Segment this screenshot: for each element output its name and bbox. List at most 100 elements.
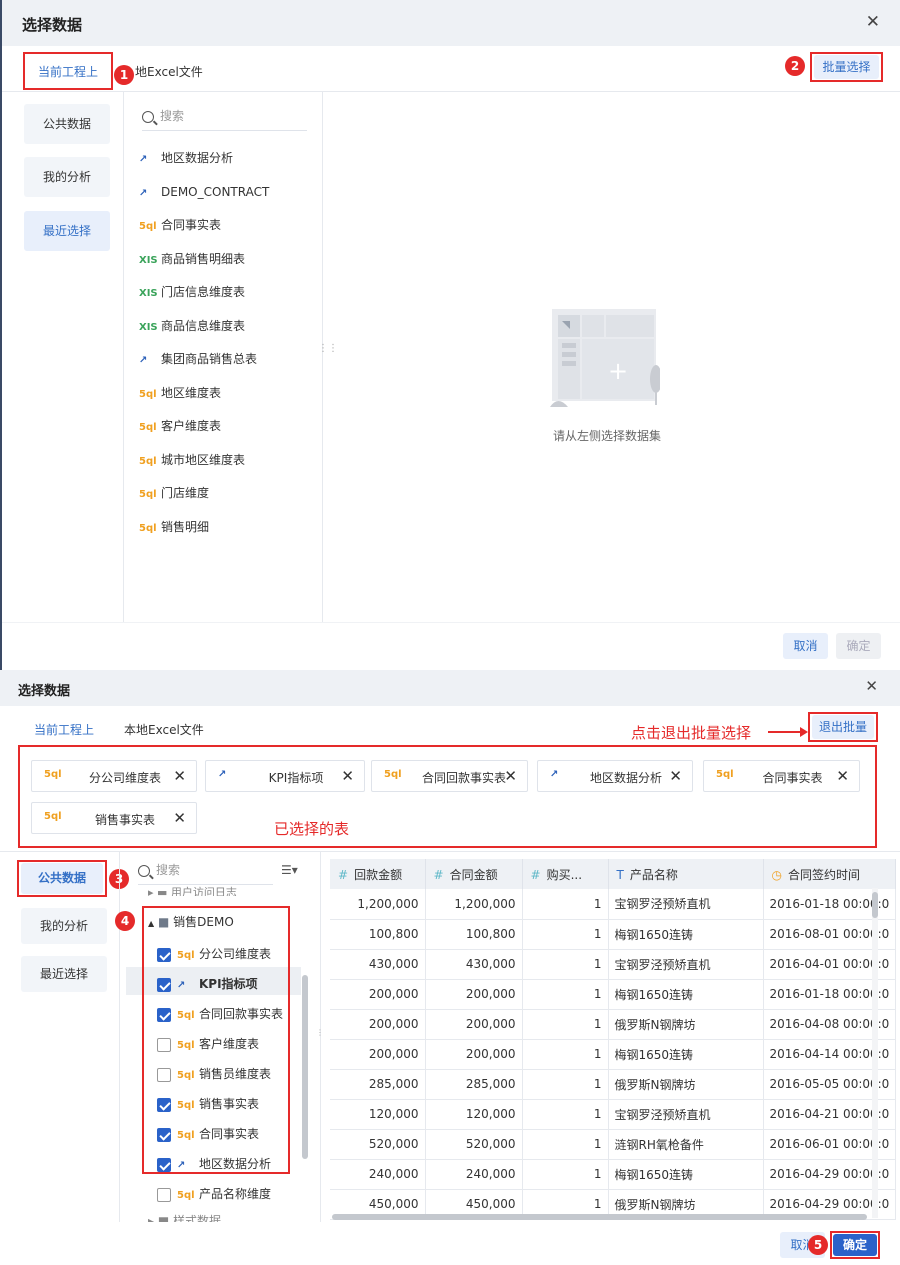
column-header[interactable]: # 回款金额 bbox=[330, 859, 426, 889]
table-cell: 1 bbox=[522, 889, 609, 920]
table-cell: 200,000 bbox=[425, 1009, 523, 1040]
remove-chip-icon[interactable]: ✕ bbox=[173, 767, 186, 785]
column-header[interactable]: # 合同金额 bbox=[425, 859, 523, 889]
annotation-arrow bbox=[768, 731, 804, 733]
table-cell: 梅钢1650连铸 bbox=[608, 1039, 764, 1070]
checkbox[interactable] bbox=[157, 1187, 171, 1202]
dataset-item[interactable]: XIS 门店信息维度表 bbox=[139, 282, 245, 302]
search-input[interactable]: 搜索 bbox=[138, 861, 273, 885]
column-header[interactable]: ◷ 合同签约时间 bbox=[763, 859, 897, 889]
chip-label: 合同回款事实表 bbox=[422, 771, 507, 785]
nav-my-analysis[interactable]: 我的分析 bbox=[24, 157, 110, 197]
step-badge: 1 bbox=[114, 65, 134, 85]
dialog-title: 选择数据 bbox=[18, 684, 71, 699]
table-cell: 200,000 bbox=[425, 1039, 523, 1070]
cancel-button[interactable]: 取消 bbox=[783, 633, 828, 659]
annotation-text: 已选择的表 bbox=[274, 820, 350, 838]
table-row: 200,000 200,000 1 梅钢1650连铸 2016-01-18 00:00:… bbox=[330, 979, 897, 1010]
table-row: 240,000 240,000 1 梅钢1650连铸 2016-04-29 00:00:… bbox=[330, 1159, 897, 1190]
remove-chip-icon[interactable]: ✕ bbox=[504, 767, 517, 785]
dataset-item[interactable]: ↗ 地区数据分析 bbox=[139, 148, 233, 168]
divider bbox=[119, 852, 120, 1222]
table-cell: 120,000 bbox=[425, 1099, 523, 1130]
remove-chip-icon[interactable]: ✕ bbox=[836, 767, 849, 785]
highlight-box bbox=[23, 52, 113, 90]
sql-table-icon: 5ql bbox=[139, 455, 157, 467]
arrow-head-icon bbox=[800, 727, 808, 737]
ok-button[interactable]: 确定 bbox=[833, 1234, 877, 1256]
table-cell: 1 bbox=[522, 1009, 609, 1040]
highlight-box bbox=[142, 906, 290, 1174]
search-input[interactable]: 搜索 bbox=[142, 107, 307, 131]
table-cell: 1 bbox=[522, 1039, 609, 1070]
step-badge: 2 bbox=[785, 56, 805, 76]
tab-current-project[interactable]: 当前工程上 bbox=[34, 721, 94, 738]
dialog-title: 选择数据 bbox=[22, 16, 83, 34]
dataset-item[interactable]: XIS 商品销售明细表 bbox=[139, 249, 245, 269]
resize-handle[interactable]: ⋮ bbox=[316, 1028, 324, 1037]
column-header[interactable]: T 产品名称 bbox=[608, 859, 764, 889]
nav-recent[interactable]: 最近选择 bbox=[24, 211, 110, 251]
selected-chip: ↗ KPI指标项 ✕ bbox=[205, 760, 365, 792]
table-row: 1,200,000 1,200,000 1 宝钢罗泾预矫直机 2016-01-18 00… bbox=[330, 889, 897, 920]
analysis-chart-icon: ↗ bbox=[218, 769, 227, 780]
excel-table-icon: XIS bbox=[139, 321, 158, 333]
dataset-item[interactable]: ↗ 集团商品销售总表 bbox=[139, 349, 257, 369]
close-icon[interactable]: ✕ bbox=[866, 14, 880, 31]
table-row: 200,000 200,000 1 俄罗斯N钢牌坊 2016-04-08 00:00:0 bbox=[330, 1009, 897, 1040]
table-cell: 1 bbox=[522, 1099, 609, 1130]
filter-icon[interactable]: ☰▾ bbox=[281, 863, 298, 877]
dataset-item[interactable]: ↗ DEMO_CONTRACT bbox=[139, 182, 269, 202]
remove-chip-icon[interactable]: ✕ bbox=[173, 809, 186, 827]
scrollbar[interactable] bbox=[872, 892, 878, 918]
column-header[interactable]: # 购买... bbox=[522, 859, 609, 889]
sql-table-icon: 5ql bbox=[177, 1190, 195, 1201]
sql-table-icon: 5ql bbox=[139, 422, 157, 433]
nav-recent[interactable]: 最近选择 bbox=[21, 956, 107, 992]
table-cell: 240,000 bbox=[330, 1159, 426, 1190]
step-badge: 5 bbox=[808, 1235, 828, 1255]
batch-select-button[interactable]: 批量选择 bbox=[814, 55, 879, 79]
tab-local-excel[interactable]: 本地Excel文件 bbox=[135, 63, 225, 80]
dataset-label: 合同事实表 bbox=[161, 218, 222, 232]
remove-chip-icon[interactable]: ✕ bbox=[669, 767, 682, 785]
chip-label: KPI指标项 bbox=[268, 771, 324, 785]
dataset-item[interactable]: 5ql 城市地区维度表 bbox=[139, 450, 245, 470]
table-cell: 涟钢RH氧枪备件 bbox=[608, 1129, 764, 1160]
dataset-item[interactable]: 5ql 地区维度表 bbox=[139, 383, 221, 403]
scrollbar-track[interactable] bbox=[872, 888, 878, 1218]
dataset-item[interactable]: 5ql 客户维度表 bbox=[139, 416, 221, 436]
dataset-label: 地区数据分析 bbox=[161, 151, 234, 165]
sql-table-icon: 5ql bbox=[44, 769, 62, 780]
table-cell: 200,000 bbox=[330, 1009, 426, 1040]
table-cell: 285,000 bbox=[425, 1069, 523, 1100]
dataset-label: 城市地区维度表 bbox=[161, 452, 246, 467]
scrollbar-horizontal[interactable] bbox=[332, 1214, 867, 1220]
dataset-label: 集团商品销售总表 bbox=[161, 352, 258, 366]
dataset-item[interactable]: 5ql 合同事实表 bbox=[139, 215, 221, 235]
ok-button[interactable]: 确定 bbox=[836, 633, 881, 659]
selected-chip: 5ql 分公司维度表 ✕ bbox=[31, 760, 197, 792]
table-cell: 1 bbox=[522, 979, 609, 1010]
preview-table: # 回款金额 # 合同金额 # 购买... T 产品名称 ◷ 合同签约时间 1,200,0… bbox=[330, 859, 897, 1220]
scrollbar[interactable] bbox=[302, 975, 308, 1159]
nav-public-data[interactable]: 公共数据 bbox=[24, 104, 110, 144]
selected-chip: 5ql 合同事实表 ✕ bbox=[703, 760, 860, 792]
dataset-item[interactable]: 5ql 门店维度 bbox=[139, 483, 209, 503]
tree-item[interactable]: 5ql 产品名称维度 bbox=[157, 1185, 271, 1202]
table-cell: 100,800 bbox=[425, 919, 523, 950]
dataset-item[interactable]: XIS 商品信息维度表 bbox=[139, 316, 245, 336]
nav-my-analysis[interactable]: 我的分析 bbox=[21, 908, 107, 944]
tab-local-excel[interactable]: 本地Excel文件 bbox=[124, 721, 204, 738]
dataset-item[interactable]: 5ql 销售明细 bbox=[139, 517, 209, 537]
dataset-label: 客户维度表 bbox=[161, 419, 222, 433]
dataset-label: 销售明细 bbox=[161, 519, 210, 534]
excel-table-icon: XIS bbox=[139, 254, 158, 266]
table-cell: 1 bbox=[522, 1069, 609, 1100]
nav-public-data[interactable]: 公共数据 bbox=[21, 863, 103, 894]
dialog-header: 选择数据 ✕ bbox=[2, 0, 900, 46]
exit-batch-button[interactable]: 退出批量 bbox=[812, 715, 874, 739]
close-icon[interactable]: ✕ bbox=[865, 679, 878, 694]
resize-handle[interactable]: ⋮⋮ bbox=[318, 344, 338, 354]
remove-chip-icon[interactable]: ✕ bbox=[341, 767, 354, 785]
